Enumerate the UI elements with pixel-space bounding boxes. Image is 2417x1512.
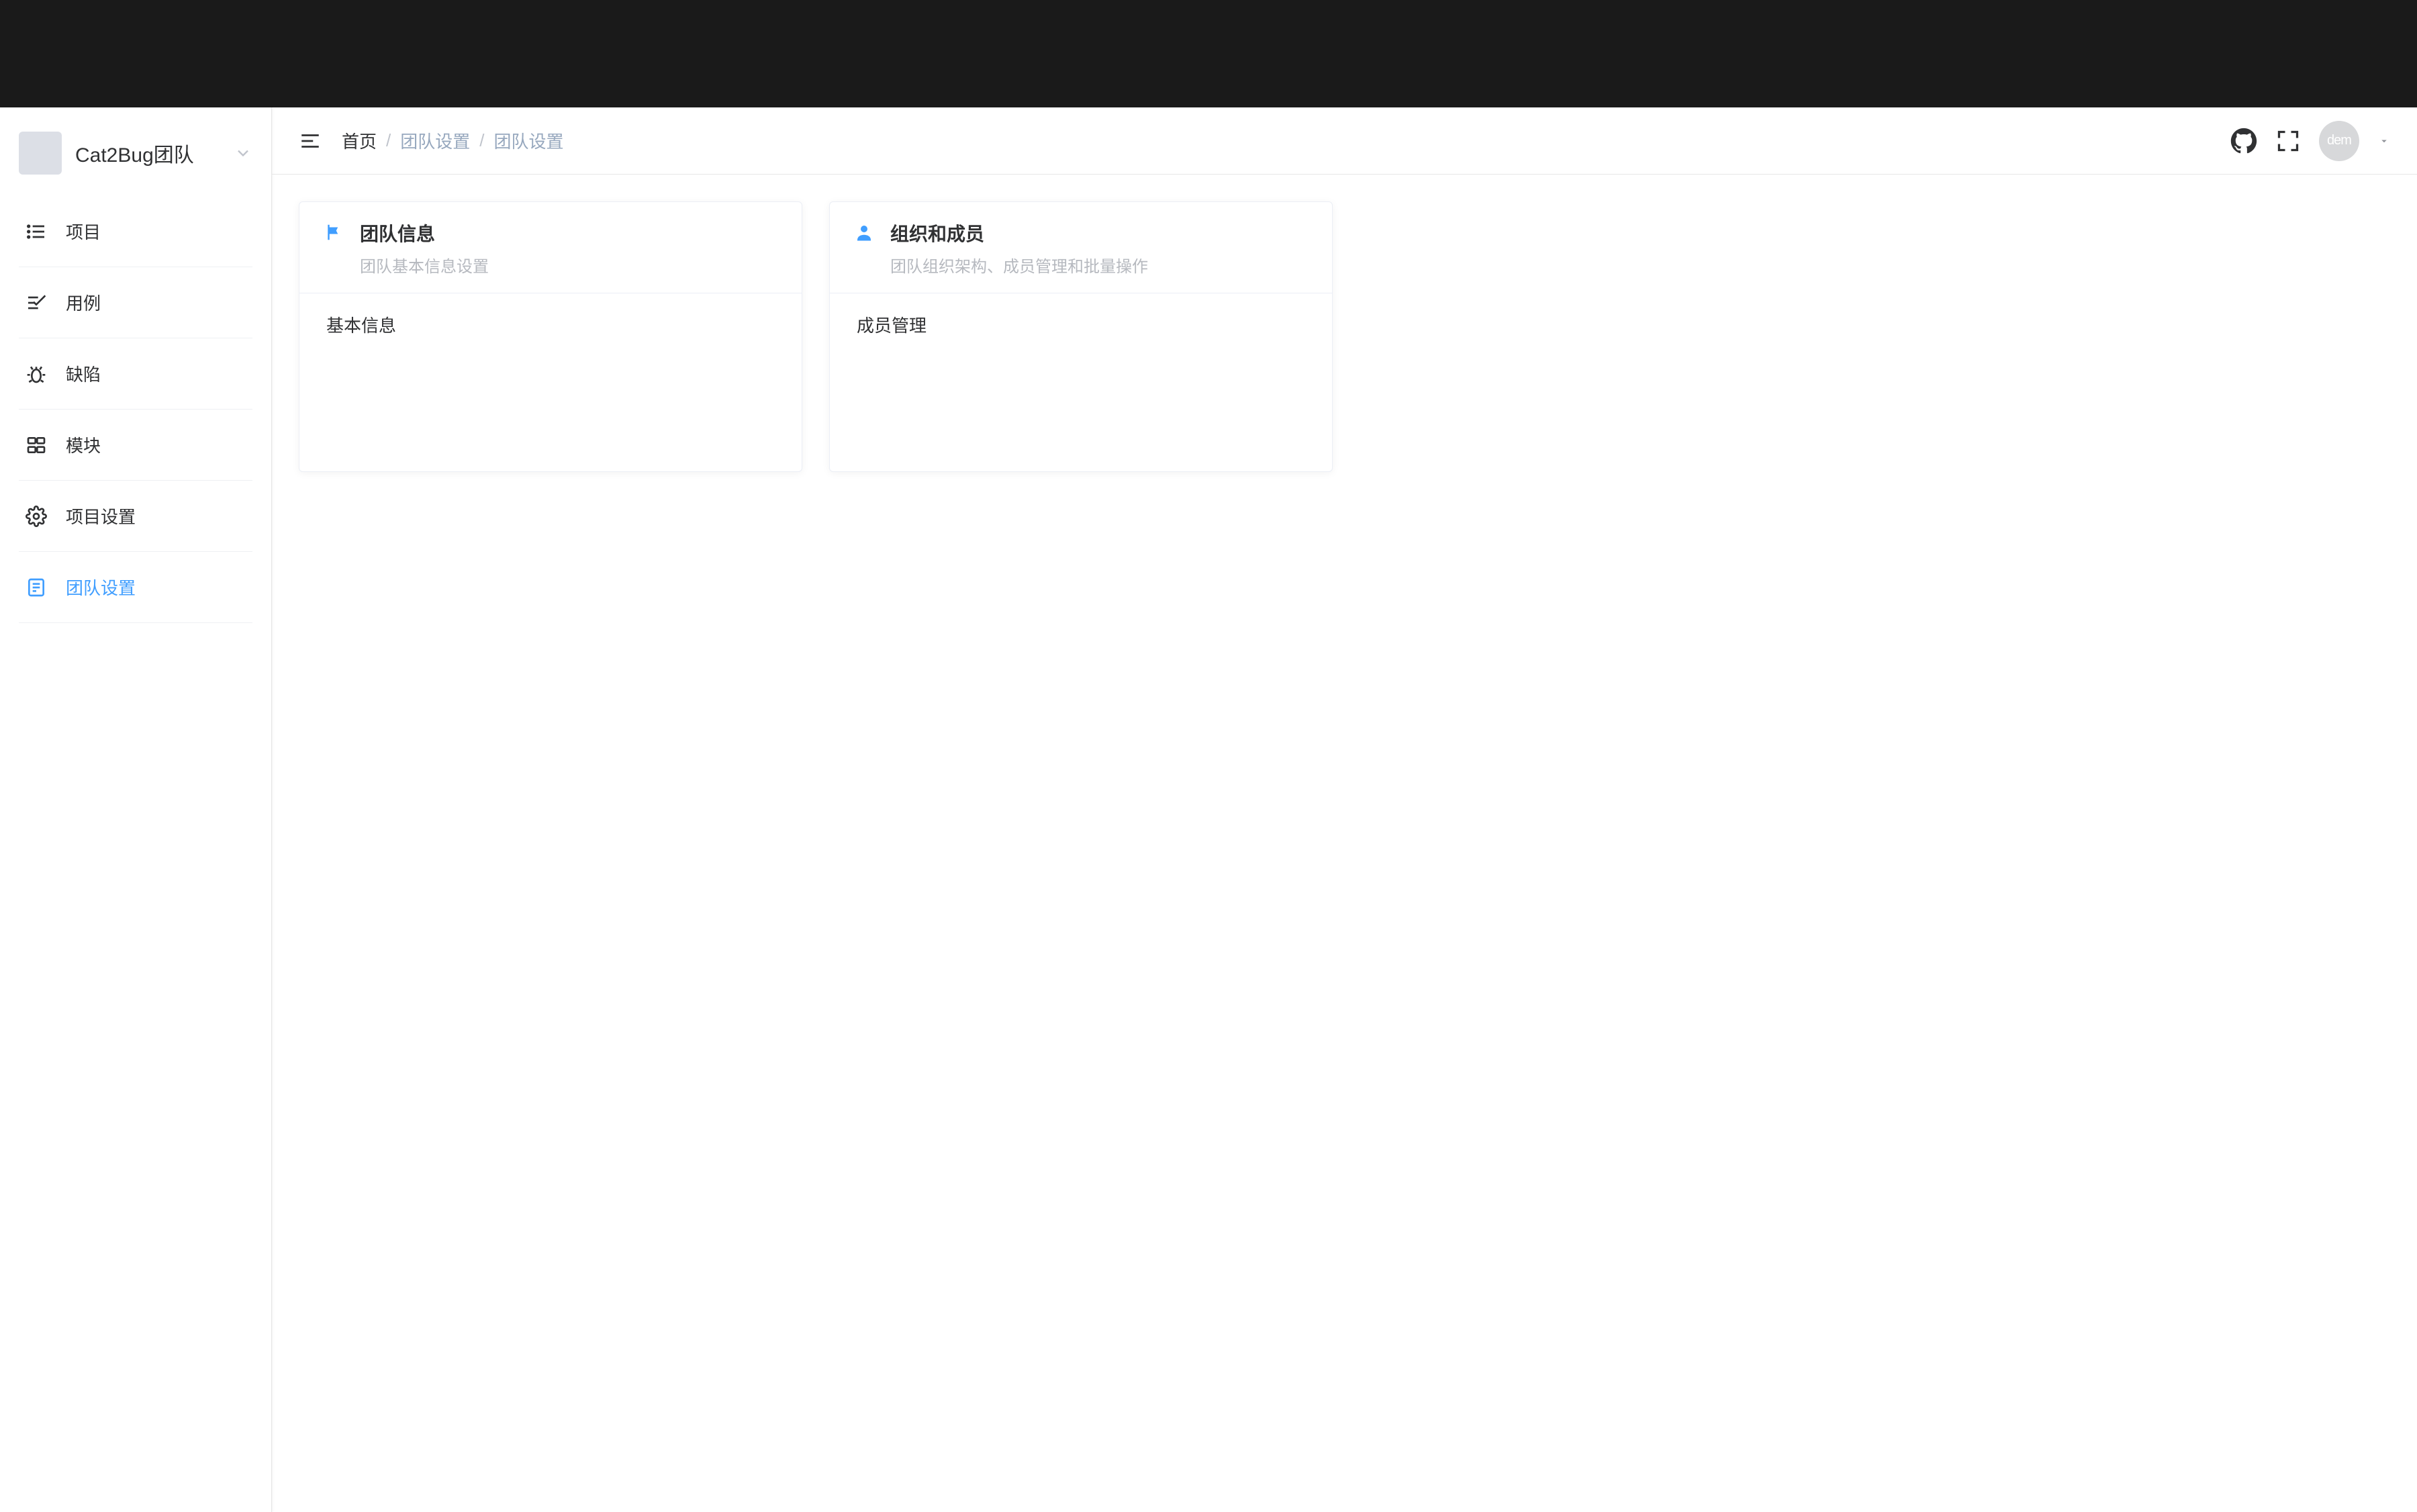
sidebar-item-label: 项目设置 <box>66 504 136 528</box>
team-icon <box>26 577 47 598</box>
sidebar-item-label: 缺陷 <box>66 361 101 386</box>
header: 首页 / 团队设置 / 团队设置 dem <box>272 107 2417 175</box>
module-icon <box>26 434 47 456</box>
breadcrumb-separator: / <box>386 130 391 151</box>
hamburger-icon[interactable] <box>299 130 322 152</box>
sidebar-item-case[interactable]: 用例 <box>19 267 252 338</box>
card-title: 团队信息 <box>360 220 489 246</box>
bug-icon <box>26 363 47 385</box>
breadcrumb: 首页 / 团队设置 / 团队设置 <box>342 128 564 153</box>
gear-icon <box>26 506 47 527</box>
list-icon <box>26 221 47 242</box>
card-subtitle: 团队基本信息设置 <box>360 253 489 277</box>
person-icon <box>854 222 874 242</box>
github-icon[interactable] <box>2230 128 2257 154</box>
caret-down-icon[interactable] <box>2378 135 2390 147</box>
chevron-down-icon <box>234 144 252 162</box>
sidebar-item-team-settings[interactable]: 团队设置 <box>19 552 252 623</box>
card-link-member-manage[interactable]: 成员管理 <box>857 316 927 336</box>
sidebar-item-project-settings[interactable]: 项目设置 <box>19 481 252 552</box>
top-banner <box>0 0 2417 107</box>
breadcrumb-item-team-settings: 团队设置 <box>400 128 470 153</box>
team-name: Cat2Bug团队 <box>75 138 234 168</box>
card-org-members: 组织和成员 团队组织架构、成员管理和批量操作 成员管理 <box>829 201 1333 472</box>
sidebar-item-project[interactable]: 项目 <box>19 196 252 267</box>
sidebar-item-label: 模块 <box>66 432 101 457</box>
card-link-basic-info[interactable]: 基本信息 <box>326 316 396 336</box>
card-subtitle: 团队组织架构、成员管理和批量操作 <box>890 253 1148 277</box>
user-avatar-text: dem <box>2327 133 2351 148</box>
sidebar-item-label: 用例 <box>66 290 101 315</box>
sidebar-item-bug[interactable]: 缺陷 <box>19 338 252 410</box>
fullscreen-icon[interactable] <box>2276 129 2300 153</box>
sidebar-item-label: 项目 <box>66 219 101 244</box>
breadcrumb-item-current: 团队设置 <box>494 128 564 153</box>
team-avatar <box>19 132 62 175</box>
card-team-info: 团队信息 团队基本信息设置 基本信息 <box>299 201 802 472</box>
sidebar-item-label: 团队设置 <box>66 575 136 600</box>
sidebar-item-module[interactable]: 模块 <box>19 410 252 481</box>
sidebar: Cat2Bug团队 项目 用例 缺陷 <box>0 107 272 1512</box>
flag-icon <box>324 222 344 242</box>
breadcrumb-item-home[interactable]: 首页 <box>342 128 377 153</box>
breadcrumb-separator: / <box>479 130 484 151</box>
card-title: 组织和成员 <box>890 220 1148 246</box>
user-avatar[interactable]: dem <box>2319 121 2359 161</box>
checklist-icon <box>26 292 47 314</box>
team-selector[interactable]: Cat2Bug团队 <box>0 124 271 183</box>
